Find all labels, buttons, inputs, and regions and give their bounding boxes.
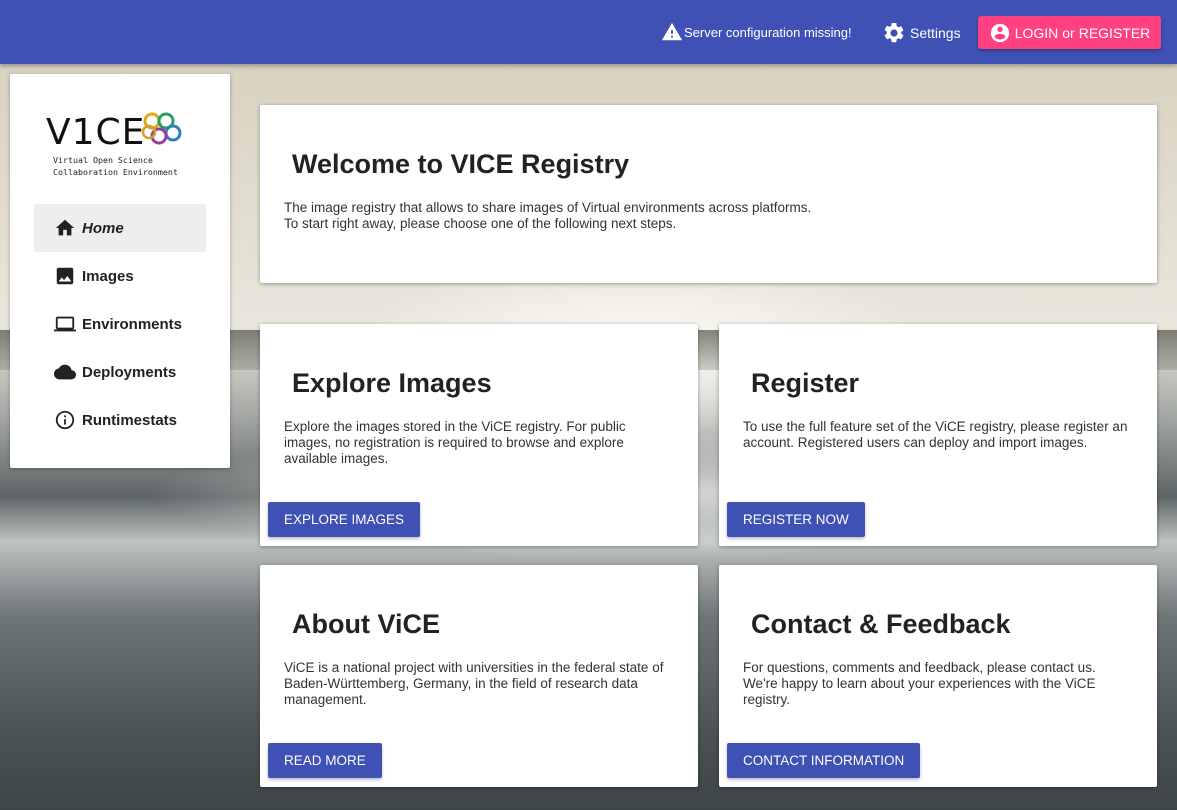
register-now-button[interactable]: REGISTER NOW [727, 502, 865, 537]
explore-images-title: Explore Images [292, 368, 492, 398]
server-warning[interactable]: Server configuration missing! [660, 22, 852, 42]
sidebar-nav: Home Images Environments Deployments Run… [34, 204, 206, 444]
sidebar-item-deployments[interactable]: Deployments [34, 348, 206, 396]
read-more-button[interactable]: READ MORE [268, 743, 382, 778]
home-icon [55, 219, 75, 236]
welcome-text-line1: The image registry that allows to share … [284, 200, 812, 215]
cloud-icon [54, 364, 76, 380]
about-text: ViCE is a national project with universi… [284, 660, 664, 707]
contact-card: Contact & Feedback For questions, commen… [719, 565, 1157, 787]
sidebar-item-label: Home [82, 219, 124, 237]
login-or-label: or [1062, 24, 1075, 41]
sidebar-item-label: Environments [82, 315, 183, 333]
gear-icon [884, 22, 904, 43]
login-register-button[interactable]: LOGIN or REGISTER [978, 16, 1161, 49]
contact-title: Contact & Feedback [751, 609, 1011, 639]
warning-icon [661, 22, 683, 41]
register-label: REGISTER [1078, 24, 1151, 41]
welcome-title: Welcome to VICE Registry [292, 149, 630, 179]
laptop-icon [54, 316, 76, 332]
settings-label: Settings [910, 25, 961, 41]
register-title: Register [751, 368, 860, 398]
top-app-bar: Server configuration missing! Settings L… [0, 0, 1177, 64]
image-icon [56, 267, 74, 285]
sidebar-item-runtimestats[interactable]: Runtimestats [34, 396, 206, 444]
login-label: LOGIN [1014, 24, 1059, 41]
register-card: Register To use the full feature set of … [719, 324, 1157, 546]
settings-button[interactable]: Settings [882, 20, 961, 46]
svg-text:Collaboration Environment: Collaboration Environment [53, 167, 178, 177]
account-circle-icon [990, 23, 1009, 42]
about-title: About ViCE [292, 609, 440, 639]
explore-images-button[interactable]: EXPLORE IMAGES [268, 502, 421, 537]
contact-text: For questions, comments and feedback, pl… [743, 660, 1096, 707]
vice-logo: V1CE Virtual Open Science Collaboration … [46, 112, 182, 177]
svg-text:Virtual Open Science: Virtual Open Science [53, 155, 153, 165]
info-icon [55, 410, 75, 430]
explore-images-text: Explore the images stored in the ViCE re… [284, 419, 626, 466]
sidebar-item-images[interactable]: Images [34, 252, 206, 300]
sidebar-item-home[interactable]: Home [34, 204, 206, 252]
svg-text:V1CE: V1CE [46, 112, 145, 153]
sidebar: V1CE Virtual Open Science Collaboration … [10, 74, 230, 468]
sidebar-item-label: Images [82, 267, 134, 285]
explore-images-card: Explore Images Explore the images stored… [260, 324, 698, 546]
sidebar-item-label: Runtimestats [82, 411, 178, 429]
contact-information-button[interactable]: CONTACT INFORMATION [727, 743, 921, 778]
welcome-text-line2: To start right away, please choose one o… [284, 216, 677, 231]
server-warning-text: Server configuration missing! [684, 24, 852, 40]
welcome-card: Welcome to VICE Registry The image regis… [260, 105, 1157, 283]
about-card: About ViCE ViCE is a national project wi… [260, 565, 698, 787]
register-text: To use the full feature set of the ViCE … [743, 419, 1128, 450]
sidebar-item-environments[interactable]: Environments [34, 300, 206, 348]
sidebar-item-label: Deployments [82, 363, 177, 381]
